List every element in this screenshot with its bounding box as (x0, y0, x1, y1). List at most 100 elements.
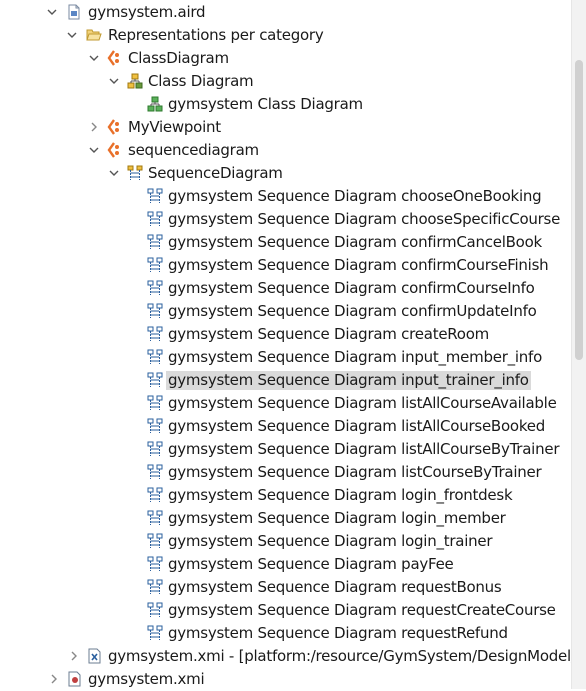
tree-item-label: gymsystem Sequence Diagram confirmCourse… (168, 279, 535, 297)
tree-item-label: Representations per category (108, 26, 324, 44)
folder-open-icon (86, 27, 102, 43)
sequence-diagram-icon (147, 372, 163, 388)
sequence-diagram-icon (147, 303, 163, 319)
tree-item-label: gymsystem Sequence Diagram confirmUpdate… (168, 302, 537, 320)
tree-item-label: gymsystem Sequence Diagram login_trainer (168, 532, 493, 550)
tree-item-aird[interactable]: gymsystem.aird (0, 1, 572, 24)
chevron-right-icon[interactable] (88, 121, 100, 133)
chevron-right-icon[interactable] (68, 650, 80, 662)
sequence-diagram-icon (147, 602, 163, 618)
sequence-diagram-icon (147, 349, 163, 365)
tree-item-label: gymsystem.aird (88, 3, 206, 21)
sequence-diagram-icon (147, 487, 163, 503)
tree-item-label: gymsystem Sequence Diagram createRoom (168, 325, 490, 343)
tree-item-label: SequenceDiagram (148, 164, 283, 182)
tree-item-sequence-diagram[interactable]: gymsystem Sequence Diagram listAllCourse… (0, 415, 572, 438)
tree-item-sequence-diagram[interactable]: gymsystem Sequence Diagram confirmCancel… (0, 231, 572, 254)
tree-item-sequence-diagram[interactable]: gymsystem Sequence Diagram confirmUpdate… (0, 300, 572, 323)
scrollbar-thumb[interactable] (575, 60, 583, 360)
tree-item-label: gymsystem Sequence Diagram input_trainer… (166, 371, 531, 390)
vertical-scrollbar[interactable] (571, 0, 586, 689)
tree-item-class-diagram-description[interactable]: Class Diagram (0, 70, 572, 93)
tree-item-viewpoint-classdiagram[interactable]: ClassDiagram (0, 47, 572, 70)
tree-item-label: gymsystem Sequence Diagram payFee (168, 555, 454, 573)
chevron-down-icon[interactable] (88, 52, 100, 64)
chevron-down-icon[interactable] (108, 75, 120, 87)
tree-item-sequence-diagram[interactable]: gymsystem Sequence Diagram input_member_… (0, 346, 572, 369)
tree-item-label: gymsystem Sequence Diagram requestRefund (168, 624, 508, 642)
tree-item-sequence-diagram[interactable]: gymsystem Sequence Diagram confirmCourse… (0, 254, 572, 277)
tree-item-sequence-diagram[interactable]: gymsystem Sequence Diagram createRoom (0, 323, 572, 346)
xmi-resource-icon (87, 648, 103, 664)
tree-item-sequence-diagram[interactable]: gymsystem Sequence Diagram login_member (0, 507, 572, 530)
tree-item-label: MyViewpoint (128, 118, 221, 136)
sequence-diagram-icon (147, 464, 163, 480)
tree-item-sequence-diagram[interactable]: gymsystem Sequence Diagram listCourseByT… (0, 461, 572, 484)
tree-item-sequence-diagram[interactable]: gymsystem Sequence Diagram requestRefund (0, 622, 572, 645)
tree-item-viewpoint-myviewpoint[interactable]: MyViewpoint (0, 116, 572, 139)
tree-item-label: gymsystem.xmi - [platform:/resource/GymS… (108, 647, 576, 665)
tree-item-label: gymsystem Sequence Diagram listAllCourse… (168, 440, 560, 458)
tree-item-label: gymsystem Sequence Diagram listAllCourse… (168, 394, 557, 412)
tree-item-sequence-diagram[interactable]: gymsystem Sequence Diagram login_trainer (0, 530, 572, 553)
sequence-diagram-icon (147, 533, 163, 549)
tree-item-label: gymsystem Sequence Diagram login_frontde… (168, 486, 513, 504)
tree-item-sequence-diagram[interactable]: gymsystem Sequence Diagram listAllCourse… (0, 392, 572, 415)
tree-item-class-diagram[interactable]: gymsystem Class Diagram (0, 93, 572, 116)
tree-item-label: gymsystem Sequence Diagram listCourseByT… (168, 463, 542, 481)
sequence-diagram-icon (147, 395, 163, 411)
tree-item-label: gymsystem Sequence Diagram chooseOneBook… (168, 187, 542, 205)
class-diagram-icon (147, 96, 163, 112)
tree-item-label: ClassDiagram (128, 49, 229, 67)
tree-item-sequence-diagram[interactable]: gymsystem Sequence Diagram chooseOneBook… (0, 185, 572, 208)
tree-item-representations[interactable]: Representations per category (0, 24, 572, 47)
chevron-down-icon[interactable] (66, 29, 78, 41)
tree-item-sequence-diagram[interactable]: gymsystem Sequence Diagram listAllCourse… (0, 438, 572, 461)
chevron-right-icon[interactable] (48, 673, 60, 685)
xmi-file-icon (67, 671, 83, 687)
model-explorer-tree[interactable]: gymsystem.aird Representations per categ… (0, 0, 576, 691)
sequence-diagram-icon (147, 326, 163, 342)
sequence-diagram-icon (147, 211, 163, 227)
tree-item-label: gymsystem Class Diagram (168, 95, 363, 113)
tree-item-viewpoint-sequencediagram[interactable]: sequencediagram (0, 139, 572, 162)
aird-file-icon (66, 4, 82, 20)
sequence-diagram-description-icon (127, 165, 143, 181)
tree-item-label: Class Diagram (148, 72, 254, 90)
tree-item-label: sequencediagram (128, 141, 259, 159)
tree-item-label: gymsystem Sequence Diagram login_member (168, 509, 506, 527)
class-diagram-description-icon (127, 73, 143, 89)
sequence-diagram-icon (147, 441, 163, 457)
chevron-down-icon[interactable] (88, 144, 100, 156)
tree-item-label: gymsystem Sequence Diagram requestBonus (168, 578, 502, 596)
tree-item-sequence-diagram[interactable]: gymsystem Sequence Diagram login_frontde… (0, 484, 572, 507)
tree-item-xmi-resource[interactable]: gymsystem.xmi - [platform:/resource/GymS… (0, 645, 576, 668)
tree-item-sequence-diagram[interactable]: gymsystem Sequence Diagram input_trainer… (0, 369, 572, 392)
tree-item-label: gymsystem Sequence Diagram chooseSpecifi… (168, 210, 561, 228)
chevron-down-icon[interactable] (108, 167, 120, 179)
sequence-diagram-icon (147, 625, 163, 641)
sequence-diagram-icon (147, 257, 163, 273)
tree-item-label: gymsystem Sequence Diagram confirmCancel… (168, 233, 542, 251)
tree-item-label: gymsystem.xmi (88, 670, 205, 688)
sequence-diagram-icon (147, 418, 163, 434)
chevron-down-icon[interactable] (46, 6, 58, 18)
sequence-diagram-icon (147, 280, 163, 296)
tree-item-sequence-diagram[interactable]: gymsystem Sequence Diagram payFee (0, 553, 572, 576)
tree-item-xmi-file[interactable]: gymsystem.xmi (0, 668, 572, 691)
viewpoint-icon (106, 119, 122, 135)
sequence-diagram-icon (147, 579, 163, 595)
sequence-diagram-icon (147, 556, 163, 572)
tree-item-label: gymsystem Sequence Diagram confirmCourse… (168, 256, 549, 274)
sequence-diagram-icon (147, 188, 163, 204)
tree-item-sequence-diagram[interactable]: gymsystem Sequence Diagram requestBonus (0, 576, 572, 599)
sequence-diagram-icon (147, 234, 163, 250)
tree-item-sequence-diagram[interactable]: gymsystem Sequence Diagram chooseSpecifi… (0, 208, 572, 231)
tree-item-label: gymsystem Sequence Diagram input_member_… (168, 348, 543, 366)
tree-item-sequence-diagram-description[interactable]: SequenceDiagram (0, 162, 572, 185)
tree-item-label: gymsystem Sequence Diagram listAllCourse… (168, 417, 545, 435)
tree-item-sequence-diagram[interactable]: gymsystem Sequence Diagram requestCreate… (0, 599, 572, 622)
viewpoint-icon (106, 50, 122, 66)
tree-item-sequence-diagram[interactable]: gymsystem Sequence Diagram confirmCourse… (0, 277, 572, 300)
tree-item-label: gymsystem Sequence Diagram requestCreate… (168, 601, 556, 619)
